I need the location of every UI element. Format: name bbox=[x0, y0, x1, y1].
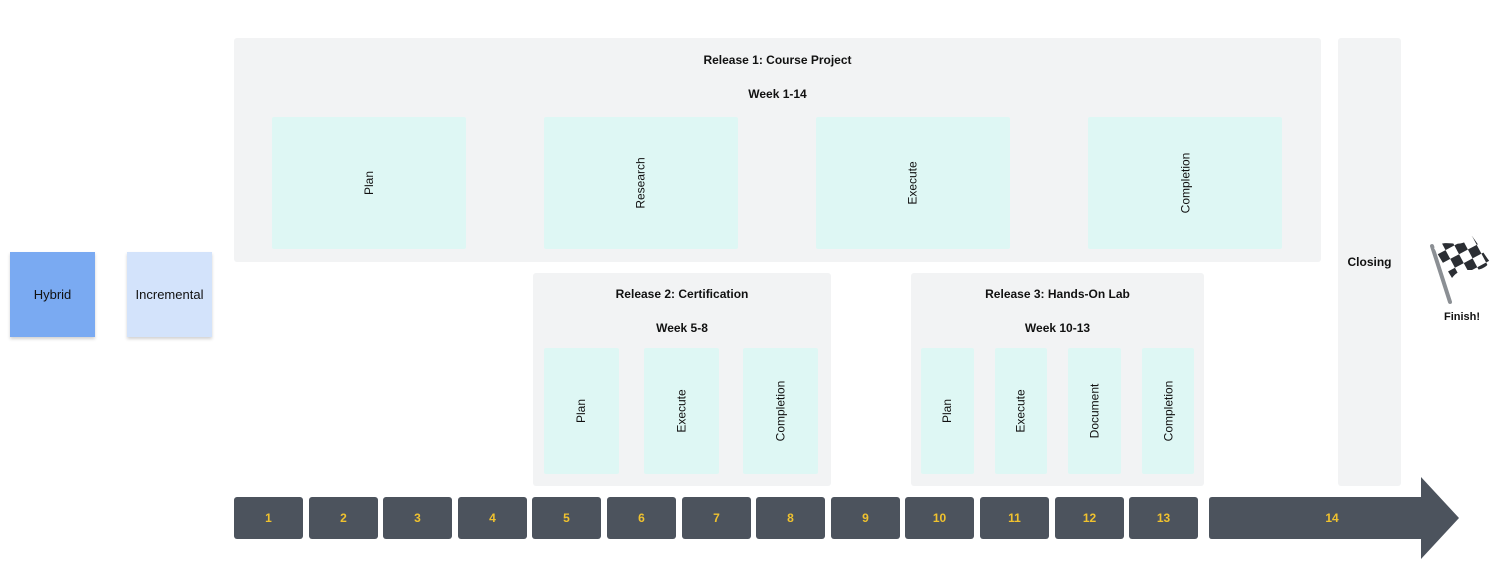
incremental-label: Incremental bbox=[135, 287, 204, 302]
release-2-phase-completion[interactable]: Completion bbox=[743, 348, 818, 474]
release-3-title: Release 3: Hands-On Lab bbox=[985, 287, 1130, 301]
week-number: 13 bbox=[1156, 511, 1171, 525]
phase-label: Plan bbox=[940, 398, 955, 424]
timeline-arrow[interactable]: 14 bbox=[1209, 477, 1461, 559]
week-number: 6 bbox=[638, 511, 645, 525]
week-number: 5 bbox=[563, 511, 570, 525]
week-number: 7 bbox=[713, 511, 720, 525]
week-1-box[interactable]: 1 bbox=[234, 497, 303, 539]
release-3-phase-document[interactable]: Document bbox=[1068, 348, 1121, 474]
week-9-box[interactable]: 9 bbox=[831, 497, 900, 539]
checkered-flag-icon bbox=[1420, 226, 1496, 306]
closing-panel[interactable]: Closing bbox=[1338, 38, 1401, 486]
week-3-box[interactable]: 3 bbox=[383, 497, 452, 539]
hybrid-label: Hybrid bbox=[33, 287, 72, 302]
release-1-title: Release 1: Course Project bbox=[703, 53, 852, 67]
week-11-box[interactable]: 11 bbox=[980, 497, 1049, 539]
phase-label: Execute bbox=[905, 161, 920, 205]
week-7-box[interactable]: 7 bbox=[682, 497, 751, 539]
release-1-weeks: Week 1-14 bbox=[748, 87, 807, 101]
week-14-label: 14 bbox=[1325, 511, 1339, 525]
week-number: 11 bbox=[1008, 511, 1021, 525]
week-number: 2 bbox=[340, 511, 347, 525]
week-8-box[interactable]: 8 bbox=[756, 497, 825, 539]
release-2-phase-execute[interactable]: Execute bbox=[644, 348, 719, 474]
week-number: 3 bbox=[414, 511, 421, 525]
release-1-phase-research[interactable]: Research bbox=[544, 117, 738, 249]
week-10-box[interactable]: 10 bbox=[905, 497, 974, 539]
hybrid-sticky-note[interactable]: Hybrid bbox=[10, 252, 95, 337]
week-12-box[interactable]: 12 bbox=[1055, 497, 1124, 539]
phase-label: Completion bbox=[1161, 380, 1176, 442]
release-2-title: Release 2: Certification bbox=[615, 287, 749, 301]
week-number: 12 bbox=[1082, 511, 1097, 525]
week-6-box[interactable]: 6 bbox=[607, 497, 676, 539]
week-4-box[interactable]: 4 bbox=[458, 497, 527, 539]
phase-label: Execute bbox=[674, 389, 689, 433]
week-5-box[interactable]: 5 bbox=[532, 497, 601, 539]
release-3-weeks: Week 10-13 bbox=[1024, 321, 1091, 335]
release-1-panel[interactable]: Release 1: Course Project Week 1-14 Plan… bbox=[234, 38, 1321, 262]
release-2-weeks: Week 5-8 bbox=[656, 321, 708, 335]
release-3-phase-plan[interactable]: Plan bbox=[921, 348, 974, 474]
week-number: 10 bbox=[932, 511, 947, 525]
release-1-phase-execute[interactable]: Execute bbox=[816, 117, 1010, 249]
week-number: 1 bbox=[265, 511, 272, 525]
phase-label: Completion bbox=[1177, 152, 1192, 214]
week-number: 9 bbox=[862, 511, 869, 525]
release-2-phase-plan[interactable]: Plan bbox=[544, 348, 619, 474]
phase-label: Document bbox=[1087, 383, 1102, 439]
release-3-panel[interactable]: Release 3: Hands-On Lab Week 10-13 Plan … bbox=[911, 273, 1204, 486]
release-1-phase-plan[interactable]: Plan bbox=[272, 117, 466, 249]
release-3-phase-completion[interactable]: Completion bbox=[1142, 348, 1194, 474]
week-13-box[interactable]: 13 bbox=[1129, 497, 1198, 539]
closing-label: Closing bbox=[1347, 255, 1392, 269]
finish-label: Finish! bbox=[1443, 311, 1481, 323]
release-1-phase-completion[interactable]: Completion bbox=[1088, 117, 1282, 249]
incremental-sticky-note[interactable]: Incremental bbox=[127, 252, 212, 337]
phase-label: Completion bbox=[773, 380, 788, 442]
week-2-box[interactable]: 2 bbox=[309, 497, 378, 539]
release-2-panel[interactable]: Release 2: Certification Week 5-8 Plan E… bbox=[533, 273, 831, 486]
week-number: 4 bbox=[489, 511, 496, 525]
phase-label: Plan bbox=[574, 398, 589, 424]
release-3-phase-execute[interactable]: Execute bbox=[995, 348, 1047, 474]
week-number: 8 bbox=[787, 511, 794, 525]
phase-label: Plan bbox=[362, 170, 376, 196]
phase-label: Execute bbox=[1013, 389, 1028, 433]
phase-label: Research bbox=[633, 157, 648, 209]
